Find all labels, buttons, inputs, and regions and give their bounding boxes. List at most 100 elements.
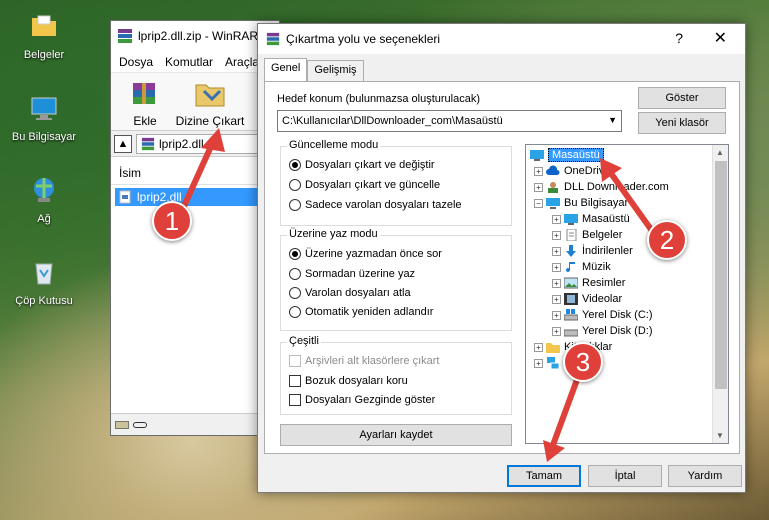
radio-indicator[interactable]	[289, 268, 301, 280]
dll-file-icon	[119, 190, 131, 204]
desktop-icon-label: Bu Bilgisayar	[11, 131, 77, 143]
cancel-button[interactable]: İptal	[588, 465, 662, 487]
destination-path: C:\Kullanıcılar\DllDownloader_com\Masaüs…	[282, 115, 503, 127]
close-icon[interactable]: ✕	[714, 28, 727, 48]
collapse-icon[interactable]: −	[534, 198, 543, 208]
list-item[interactable]: lprip2.dll	[115, 188, 275, 206]
expand-icon[interactable]: +	[534, 342, 543, 352]
radio-refresh-existing[interactable]: Sadece varolan dosyaları tazele	[289, 199, 462, 211]
tab-general[interactable]: Genel	[264, 58, 308, 82]
cloud-icon	[546, 165, 560, 175]
radio-skip-existing[interactable]: Varolan dosyaları atla	[289, 287, 411, 299]
tree-item-label: Belgeler	[582, 229, 623, 241]
up-folder-button[interactable]: ▲	[114, 134, 132, 153]
tab-advanced[interactable]: Gelişmiş	[307, 60, 364, 82]
zip-icon	[141, 137, 155, 150]
destination-label: Hedef konum (bulunmazsa oluşturulacak)	[277, 93, 480, 105]
tree-item-pictures[interactable]: + Resimler	[552, 275, 625, 291]
winrar-icon	[118, 29, 132, 43]
radio-auto-rename[interactable]: Otomatik yeniden adlandır	[289, 306, 433, 318]
tree-item-desktop[interactable]: Masaüstü	[530, 147, 604, 163]
dialog-tabs: Genel Gelişmiş	[264, 58, 364, 82]
expand-icon[interactable]: +	[552, 230, 561, 240]
recycle-bin-icon	[35, 263, 53, 285]
checkbox-indicator[interactable]	[289, 375, 301, 387]
tree-item-pc-desktop[interactable]: + Masaüstü	[552, 211, 630, 227]
column-header-name[interactable]: İsim	[111, 161, 279, 185]
tree-item-drive-c[interactable]: + Yerel Disk (C:)	[552, 307, 653, 323]
expand-icon[interactable]: +	[534, 182, 543, 192]
radio-indicator[interactable]	[289, 159, 301, 171]
radio-extract-replace[interactable]: Dosyaları çıkart ve değiştir	[289, 159, 435, 171]
radio-indicator[interactable]	[289, 287, 301, 299]
expand-icon[interactable]: +	[552, 246, 561, 256]
misc-title: Çeşitli	[287, 335, 321, 347]
expand-icon[interactable]: +	[552, 326, 561, 336]
radio-ask-before-overwrite[interactable]: Üzerine yazmadan önce sor	[289, 248, 442, 260]
winrar-titlebar[interactable]: lprip2.dll.zip - WinRAR	[111, 21, 279, 51]
add-button[interactable]: Ekle	[115, 79, 175, 128]
folder-tree[interactable]: Masaüstü + OneDrive + DLL Downloader.com…	[525, 144, 729, 444]
scroll-up-icon[interactable]: ▲	[716, 148, 724, 157]
radio-indicator[interactable]	[289, 179, 301, 191]
tree-item-label: Resimler	[582, 277, 626, 289]
radio-label: Otomatik yeniden adlandır	[305, 306, 434, 318]
checkbox-indicator	[289, 355, 301, 367]
winrar-window: lprip2.dll.zip - WinRAR Dosya Komutlar A…	[110, 20, 280, 436]
expand-icon[interactable]: +	[534, 358, 543, 368]
winrar-toolbar: Ekle Dizine Çıkart	[111, 73, 279, 131]
show-button[interactable]: Göster	[638, 87, 726, 109]
film-icon	[564, 293, 578, 305]
checkbox-keep-broken-files[interactable]: Bozuk dosyaları koru	[289, 375, 408, 387]
tree-item-onedrive[interactable]: + OneDrive	[534, 163, 610, 179]
radio-extract-update[interactable]: Dosyaları çıkart ve güncelle	[289, 179, 440, 191]
tree-item-music[interactable]: + Müzik	[552, 259, 611, 275]
radio-overwrite-without-prompt[interactable]: Sormadan üzerine yaz	[289, 268, 415, 280]
checkbox-indicator[interactable]	[289, 394, 301, 406]
extract-to-button[interactable]: Dizine Çıkart	[175, 79, 245, 128]
dialog-titlebar[interactable]: Çıkartma yolu ve seçenekleri ? ✕	[258, 24, 745, 54]
help-icon[interactable]: ?	[675, 30, 683, 46]
expand-icon[interactable]: +	[552, 278, 561, 288]
checkbox-show-in-explorer[interactable]: Dosyaları Gezginde göster	[289, 394, 435, 406]
expand-icon[interactable]: +	[552, 294, 561, 304]
expand-icon[interactable]: +	[534, 166, 543, 176]
tree-item-downloads[interactable]: + İndirilenler	[552, 243, 633, 259]
archive-path-box[interactable]: lprip2.dll.zip	[136, 133, 276, 154]
misc-group: Çeşitli Arşivleri alt klasörlere çıkart …	[280, 335, 512, 415]
update-mode-group: Güncelleme modu Dosyaları çıkart ve deği…	[280, 139, 512, 226]
desktop-icon-documents[interactable]: Belgeler	[4, 10, 84, 61]
drive-icon	[115, 420, 129, 429]
menu-commands[interactable]: Komutlar	[161, 55, 221, 69]
desktop-icon-network[interactable]: Ağ	[4, 174, 84, 225]
chevron-down-icon[interactable]: ▼	[608, 115, 617, 125]
tree-item-user-folder[interactable]: + DLL Downloader.com	[534, 179, 669, 195]
tree-item-label: Müzik	[582, 261, 611, 273]
radio-indicator[interactable]	[289, 199, 301, 211]
destination-path-combo[interactable]: C:\Kullanıcılar\DllDownloader_com\Masaüs…	[277, 110, 622, 132]
network-icon	[34, 178, 54, 202]
documents-icon	[566, 229, 577, 241]
save-settings-button[interactable]: Ayarları kaydet	[280, 424, 512, 446]
help-button[interactable]: Yardım	[668, 465, 742, 487]
ok-button[interactable]: Tamam	[507, 465, 581, 487]
scrollbar-thumb[interactable]	[715, 161, 727, 389]
tree-scrollbar[interactable]: ▲ ▼	[712, 145, 728, 443]
new-folder-button[interactable]: Yeni klasör	[638, 112, 726, 134]
menu-file[interactable]: Dosya	[115, 55, 161, 69]
expand-icon[interactable]: +	[552, 310, 561, 320]
radio-indicator[interactable]	[289, 306, 301, 318]
tree-item-documents[interactable]: + Belgeler	[552, 227, 622, 243]
download-arrow-icon	[566, 245, 576, 257]
expand-icon[interactable]: +	[552, 214, 561, 224]
expand-icon[interactable]: +	[552, 262, 561, 272]
scroll-down-icon[interactable]: ▼	[716, 431, 724, 440]
checkbox-label: Dosyaları Gezginde göster	[305, 394, 436, 406]
tree-item-this-pc[interactable]: − Bu Bilgisayar	[534, 195, 628, 211]
tree-item-drive-d[interactable]: + Yerel Disk (D:)	[552, 323, 653, 339]
radio-label: Sadece varolan dosyaları tazele	[305, 199, 462, 211]
tree-item-videos[interactable]: + Videolar	[552, 291, 622, 307]
desktop-icon-recycle-bin[interactable]: Çöp Kutusu	[4, 256, 84, 307]
desktop-icon-this-pc[interactable]: Bu Bilgisayar	[4, 92, 84, 143]
radio-indicator[interactable]	[289, 248, 301, 260]
